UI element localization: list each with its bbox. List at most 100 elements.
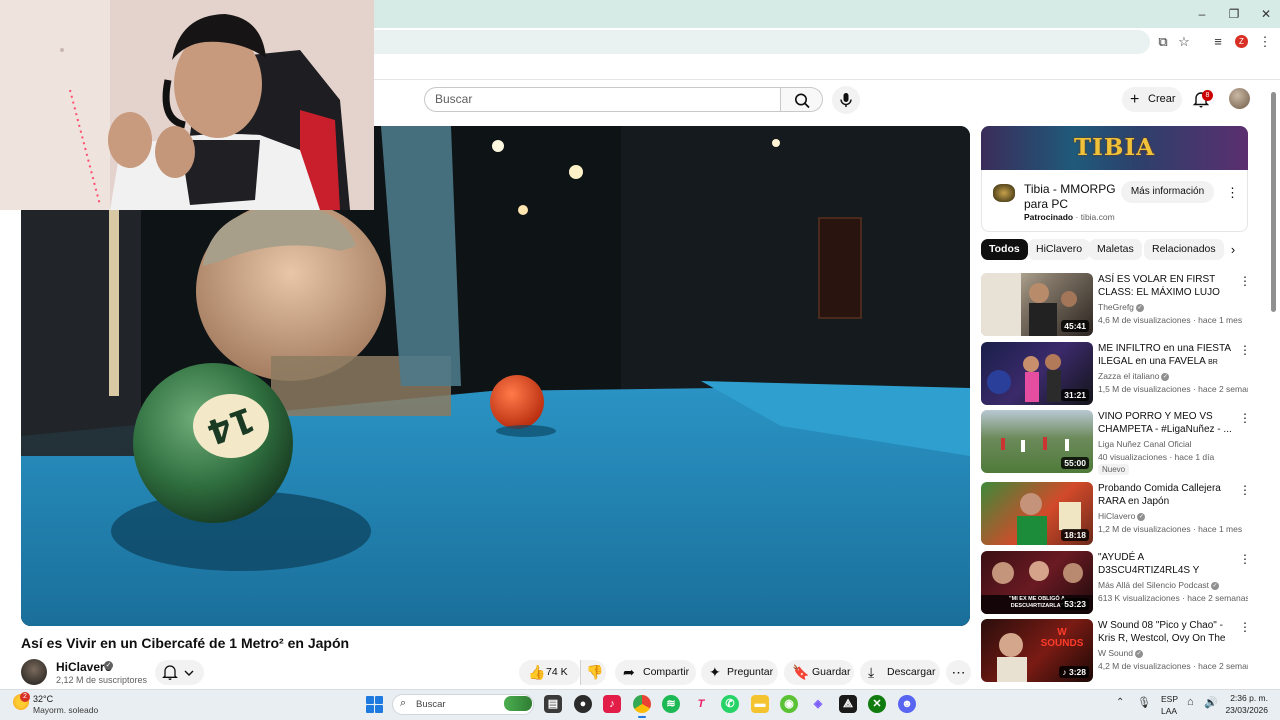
ad-logo-icon[interactable] [993,184,1015,202]
search-input[interactable]: Buscar [424,87,781,112]
channel-avatar[interactable] [21,659,47,685]
account-avatar[interactable] [1229,88,1250,109]
ad-banner[interactable]: TIBIA [981,126,1248,170]
tiktok-app-icon[interactable]: ♪ [603,695,621,713]
ad-title[interactable]: Tibia - MMORPG para PC [1024,182,1120,212]
recommendation-title[interactable]: Probando Comida Callejera RARA en Japón [1098,482,1234,508]
browser-menu-icon[interactable]: ⋮ [1257,34,1273,50]
create-button[interactable]: + Crear [1122,87,1182,112]
video-thumbnail[interactable]: "MI EX ME OBLIGÓ A DESCU4RTIZARLA" 53:23 [981,551,1093,614]
android-app-icon[interactable]: ◉ [780,695,798,713]
weather-description[interactable]: Mayorm. soleado [33,705,98,715]
whatsapp-app-icon[interactable]: ✆ [721,695,739,713]
more-options-icon[interactable]: ⋮ [1239,342,1251,358]
recommendation-title[interactable]: "AYUDÉ A D3SCU4RTIZ4RL4S Y SACAR LOS RES… [1098,551,1234,577]
recommendation-item[interactable]: "MI EX ME OBLIGÓ A DESCU4RTIZARLA" 53:23… [981,551,1251,615]
share-icon: ➦ [623,664,635,680]
close-icon[interactable]: ✕ [1256,6,1276,22]
share-button[interactable]: ➦ Compartir [615,660,696,685]
more-options-icon[interactable]: ⋮ [1239,482,1251,498]
recommendation-item[interactable]: 18:18 Probando Comida Callejera RARA en … [981,482,1251,546]
maximize-icon[interactable]: ❐ [1224,6,1244,22]
ad-banner-logo: TIBIA [1074,134,1155,161]
weather-temperature[interactable]: 32°C [33,694,53,704]
video-thumbnail[interactable]: 45:41 [981,273,1093,336]
install-app-icon[interactable]: ⧉ [1155,34,1171,50]
discord-app-icon[interactable]: ☻ [898,695,916,713]
ad-sponsored-label: Patrocinado [1024,212,1074,222]
more-options-icon[interactable]: ⋮ [1239,273,1251,289]
like-button[interactable]: 👍 74 K [519,660,580,685]
video-thumbnail[interactable]: 18:18 [981,482,1093,545]
video-thumbnail[interactable]: 31:21 [981,342,1093,405]
address-bar[interactable] [360,30,1150,54]
search-highlight-icon [504,696,532,711]
browser-profile-avatar[interactable]: Z [1235,35,1248,48]
capcut-app-icon[interactable]: ⟁ [839,695,857,713]
ask-button[interactable]: ✦ Preguntar [701,660,778,685]
verified-icon: ✓ [1161,372,1170,381]
video-thumbnail[interactable]: 55:00 [981,410,1093,473]
recommendation-item[interactable]: 45:41 ASÍ ES VOLAR EN FIRST CLASS: EL MÁ… [981,273,1251,337]
chrome-app-icon[interactable] [633,695,651,713]
game-controller-icon[interactable]: ◈ [809,695,827,713]
verified-icon: ✓ [104,661,113,670]
chip-all[interactable]: Todos [981,239,1028,260]
recommendation-channel: Liga Nuñez Canal Oficial [1098,439,1192,449]
recommendation-meta: 1,2 M de visualizaciones · hace 1 mes [1098,524,1243,534]
recommendation-item[interactable]: 55:00 VINO PORRO Y MEO VS CHAMPETA - #Li… [981,410,1251,475]
search-icon: ⌕ [400,697,407,709]
chevron-up-icon[interactable]: ⌃ [1116,697,1124,708]
microphone-tray-icon[interactable]: 🎙 [1137,696,1151,709]
recommendation-title[interactable]: ASÍ ES VOLAR EN FIRST CLASS: EL MÁXIMO L… [1098,273,1234,299]
more-options-icon[interactable]: ⋮ [1239,551,1251,567]
more-options-icon[interactable]: ⋮ [1239,619,1251,635]
minimize-icon[interactable]: – [1192,6,1212,22]
recommendation-title[interactable]: W Sound 08 "Pico y Chao" - Kris R, Westc… [1098,619,1234,645]
recommendation-meta: 4,2 M de visualizaciones · hace 2 semana… [1098,661,1248,671]
clock-time[interactable]: 2:36 p. m. [1228,693,1268,703]
clock-date[interactable]: 23/03/2026 [1222,705,1268,715]
video-thumbnail[interactable]: W SOUNDS ♪ 3:28 [981,619,1093,682]
chip-hiclavero[interactable]: HiClavero [1028,239,1091,260]
keyboard-layout[interactable]: LAA [1161,706,1177,716]
page-scrollbar[interactable] [1271,92,1276,312]
xbox-app-icon[interactable]: ✕ [868,695,886,713]
recommendation-item[interactable]: 31:21 ME INFILTRO en una FIESTA ILEGAL e… [981,342,1251,406]
verified-icon: ✓ [1211,581,1220,590]
ad-menu-icon[interactable]: ⋮ [1226,184,1239,202]
spotify-app-icon[interactable]: ≋ [662,695,680,713]
chevron-right-icon[interactable]: › [1226,243,1240,257]
create-label: Crear [1148,93,1176,105]
dislike-button[interactable]: 👎 [580,660,606,685]
recommendation-title[interactable]: ME INFILTRO en una FIESTA ILEGAL en una … [1098,342,1234,368]
recommendation-channel: Zazza el italiano ✓ [1098,371,1170,381]
more-actions-button[interactable]: ⋯ [946,660,971,685]
search-button[interactable] [781,87,823,112]
taskbar-search-placeholder[interactable]: Buscar [416,699,446,710]
bookmark-icon: 🔖 [792,664,810,680]
obs-app-icon[interactable]: ● [574,695,592,713]
text-app-icon[interactable]: T [692,695,710,713]
network-icon[interactable]: ⌂ [1187,696,1194,708]
ad-more-info-button[interactable]: Más información [1121,181,1214,203]
file-explorer-icon[interactable]: ▬ [751,695,769,713]
recommendation-meta: 613 K visualizaciones · hace 2 semanas [1098,593,1248,603]
search-icon [795,93,810,109]
recommendation-title[interactable]: VINO PORRO Y MEO VS CHAMPETA - #LigaNuñe… [1098,410,1234,436]
keyboard-language[interactable]: ESP [1161,694,1178,704]
media-queue-icon[interactable]: ≡ [1210,34,1226,50]
subscription-notifications-button[interactable] [155,660,204,685]
task-view-icon[interactable]: ▤ [544,695,562,713]
recommendation-item[interactable]: W SOUNDS ♪ 3:28 W Sound 08 "Pico y Chao"… [981,619,1251,683]
bookmark-star-icon[interactable]: ☆ [1176,34,1192,50]
save-button[interactable]: 🔖 Guardar [784,660,854,685]
voice-search-button[interactable] [832,86,860,114]
chip-maletas[interactable]: Maletas [1089,239,1142,260]
thumbs-up-icon: 👍 [528,664,546,680]
chip-relacionados[interactable]: Relacionados [1144,239,1224,260]
more-options-icon[interactable]: ⋮ [1239,410,1251,426]
download-button[interactable]: ⤓ Descargar [860,660,940,685]
volume-icon[interactable]: 🔊 [1204,696,1218,709]
windows-start-icon[interactable] [366,696,383,713]
